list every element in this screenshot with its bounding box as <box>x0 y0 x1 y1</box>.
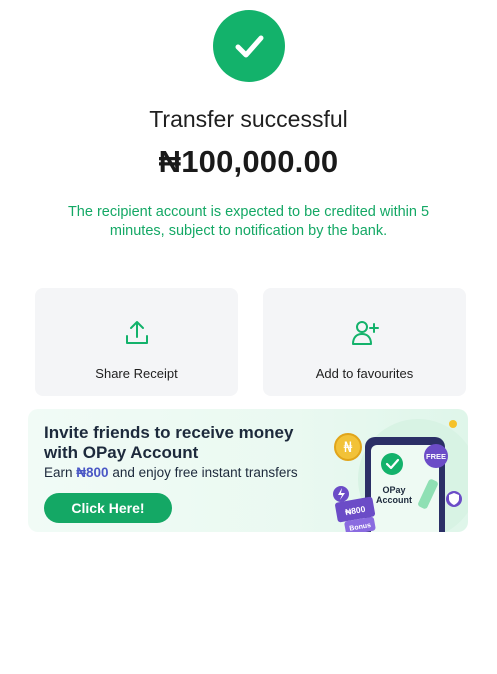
promo-title: Invite friends to receive money with OPa… <box>44 423 294 462</box>
promo-illustration: ₦ OPay Account FREE ₦800 Bonus <box>333 419 468 532</box>
coin-icon: ₦ <box>334 433 362 461</box>
promo-sub-amount: ₦800 <box>76 465 109 480</box>
free-badge: FREE <box>424 444 448 468</box>
page-title: Transfer successful <box>149 106 348 132</box>
add-to-favourites-label: Add to favourites <box>315 366 414 381</box>
success-check-icon <box>213 10 285 82</box>
invite-promo-banner[interactable]: Invite friends to receive money with OPa… <box>28 409 468 532</box>
promo-sub-suffix: and enjoy free instant transfers <box>108 465 298 480</box>
transfer-amount: ₦100,000.00 <box>158 144 339 179</box>
share-receipt-label: Share Receipt <box>95 366 178 381</box>
shield-icon <box>446 491 462 507</box>
click-here-button[interactable]: Click Here! <box>44 493 172 523</box>
share-receipt-button[interactable]: Share Receipt <box>35 288 238 396</box>
svg-text:FREE: FREE <box>426 452 446 461</box>
svg-text:₦: ₦ <box>344 440 353 456</box>
lightning-icon <box>333 486 349 502</box>
add-to-favourites-button[interactable]: Add to favourites <box>263 288 466 396</box>
credit-notice: The recipient account is expected to be … <box>67 204 430 239</box>
promo-sub-prefix: Earn <box>44 465 77 480</box>
svg-text:Account: Account <box>376 495 412 505</box>
svg-text:OPay: OPay <box>382 485 405 495</box>
promo-subtitle: Earn ₦800 and enjoy free instant transfe… <box>44 465 298 480</box>
add-user-icon <box>350 318 380 348</box>
share-upload-icon <box>122 318 152 348</box>
